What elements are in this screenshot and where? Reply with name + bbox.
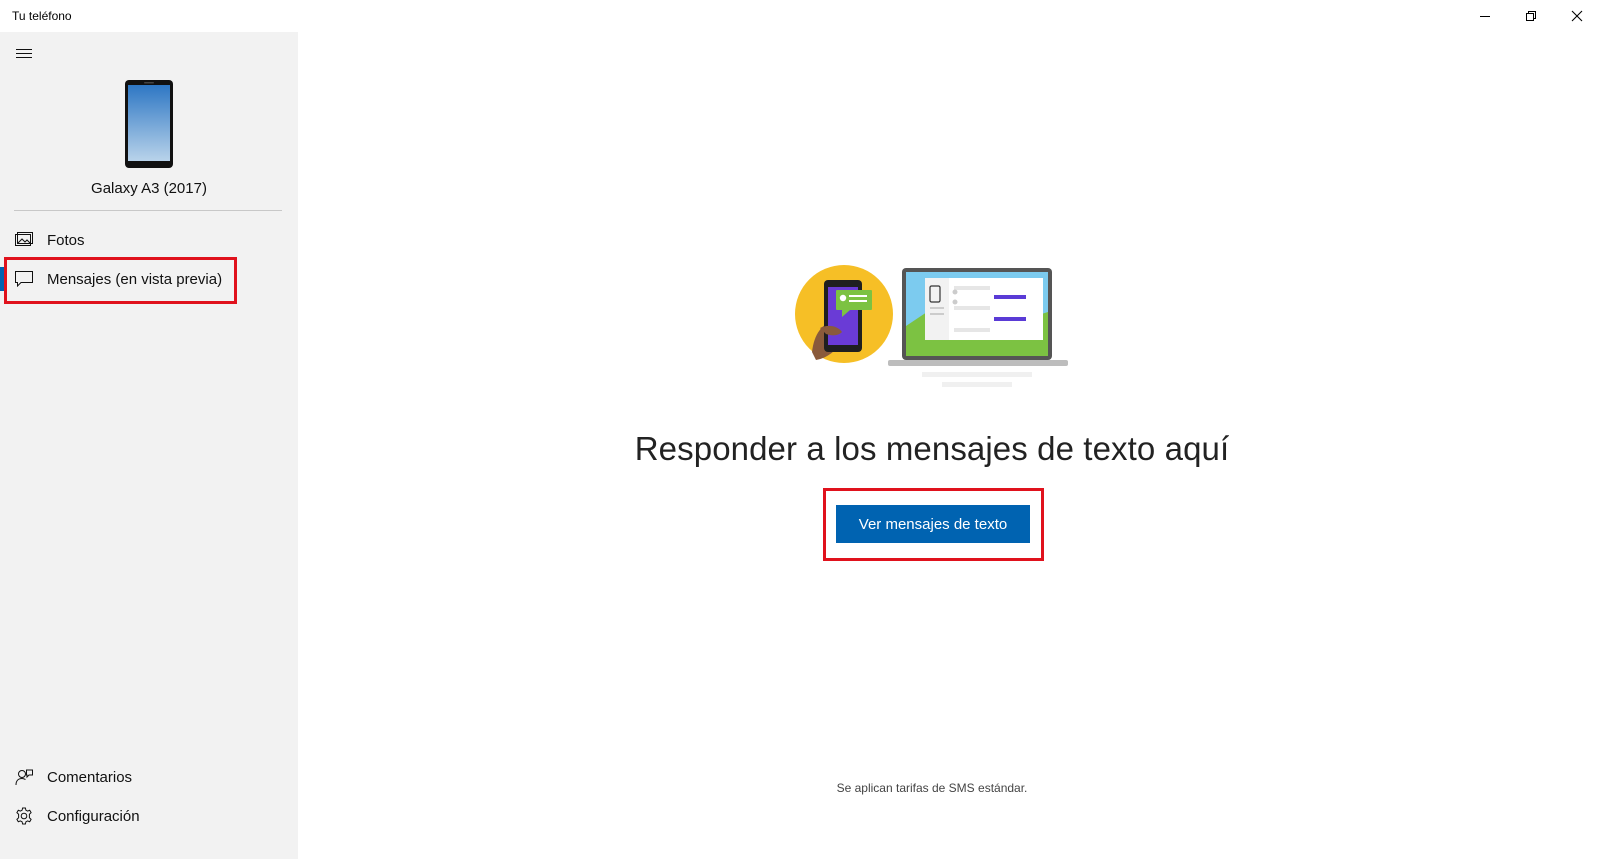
restore-button[interactable]	[1508, 0, 1554, 32]
photos-icon	[14, 230, 34, 250]
sidebar-item-label: Mensajes (en vista previa)	[47, 270, 223, 288]
sidebar-item-mensajes[interactable]: Mensajes (en vista previa)	[0, 260, 298, 298]
page-title: Responder a los mensajes de texto aquí	[634, 430, 1230, 467]
sidebar-item-comentarios[interactable]: Comentarios	[0, 758, 298, 796]
sidebar: Galaxy A3 (2017) Fotos Mensajes (en vist…	[0, 32, 298, 859]
window-title: Tu teléfono	[12, 9, 72, 23]
gear-icon	[14, 806, 34, 826]
phone-illustration	[125, 80, 173, 168]
minimize-icon	[1480, 16, 1490, 17]
sms-rates-note: Se aplican tarifas de SMS estándar.	[836, 781, 1028, 795]
title-bar: Tu teléfono	[0, 0, 1600, 32]
sidebar-divider	[14, 210, 282, 211]
minimize-button[interactable]	[1462, 0, 1508, 32]
hamburger-icon	[16, 49, 32, 58]
main-content: Responder a los mensajes de texto aquí V…	[298, 32, 1600, 859]
sidebar-item-label: Comentarios	[47, 768, 133, 786]
close-icon	[1571, 10, 1583, 22]
sidebar-item-label: Fotos	[47, 231, 85, 249]
view-messages-button[interactable]: Ver mensajes de texto	[836, 505, 1030, 543]
menu-button[interactable]	[12, 46, 36, 62]
sidebar-item-fotos[interactable]: Fotos	[0, 221, 298, 259]
messages-illustration	[795, 265, 1068, 387]
feedback-icon	[14, 767, 34, 787]
device-name: Galaxy A3 (2017)	[91, 180, 207, 197]
restore-icon	[1526, 11, 1536, 21]
close-button[interactable]	[1554, 0, 1600, 32]
message-icon	[14, 269, 34, 289]
sidebar-item-label: Configuración	[47, 807, 140, 825]
sidebar-item-configuracion[interactable]: Configuración	[0, 797, 298, 835]
